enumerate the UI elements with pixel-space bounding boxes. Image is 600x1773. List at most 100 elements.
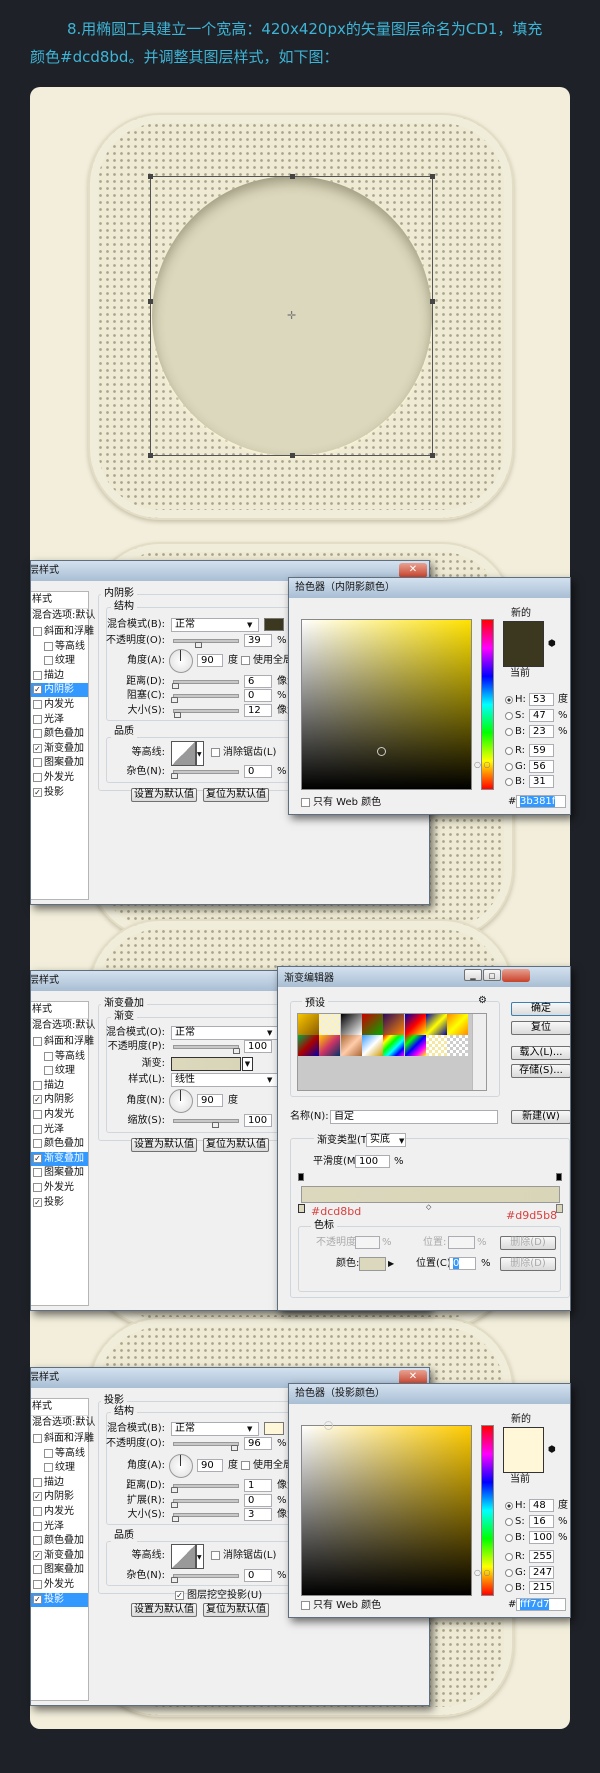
color-field[interactable] <box>301 1425 472 1596</box>
edge-handle[interactable] <box>290 174 295 179</box>
hex-input[interactable]: fff7d7 <box>516 1598 566 1611</box>
close-button[interactable]: ✕ <box>399 563 427 578</box>
stop-color-swatch[interactable] <box>359 1257 386 1271</box>
slider-track[interactable] <box>173 709 239 713</box>
style-checkbox[interactable] <box>33 627 42 636</box>
gradient-preset[interactable] <box>319 1035 341 1057</box>
style-checkbox[interactable]: ✓ <box>33 1594 42 1604</box>
channel-input[interactable]: 100 <box>529 1531 554 1544</box>
save-button[interactable]: 存储(S)... <box>511 1064 570 1078</box>
chevron-down-icon[interactable]: ▼ <box>196 741 204 766</box>
channel-input[interactable]: 247 <box>529 1566 554 1579</box>
style-checkbox[interactable]: ✓ <box>33 685 42 695</box>
contour-preview[interactable] <box>171 741 196 766</box>
color-field[interactable] <box>301 619 472 790</box>
style-item-8[interactable]: 颜色叠加 <box>31 727 88 741</box>
slider-track[interactable] <box>173 1119 239 1123</box>
load-button[interactable]: 载入(L)... <box>511 1046 570 1060</box>
value-input[interactable]: 0 <box>244 689 272 702</box>
gradient-preset[interactable] <box>425 1014 447 1035</box>
value-input[interactable]: 3 <box>244 1508 272 1521</box>
slider-track[interactable] <box>173 770 239 774</box>
edge-handle[interactable] <box>148 299 153 304</box>
slider-thumb[interactable] <box>171 1577 178 1583</box>
name-input[interactable]: 自定 <box>330 1110 498 1124</box>
style-item-9[interactable]: ✓ 渐变叠加 <box>31 1151 88 1166</box>
corner-handle[interactable] <box>148 453 153 458</box>
channel-radio[interactable] <box>505 1569 513 1577</box>
slider-thumb[interactable] <box>230 1445 238 1451</box>
style-checkbox[interactable] <box>33 1168 42 1178</box>
channel-input[interactable]: 23 <box>529 725 554 738</box>
style-checkbox[interactable] <box>33 1521 42 1531</box>
close-button[interactable] <box>502 969 530 982</box>
slider-track[interactable] <box>173 1513 239 1517</box>
style-checkbox[interactable] <box>33 1080 42 1090</box>
style-checkbox[interactable]: ✓ <box>33 1492 42 1502</box>
channel-radio[interactable] <box>505 778 513 786</box>
gradient-preset[interactable] <box>447 1014 469 1035</box>
color-stop-left[interactable] <box>298 1204 305 1213</box>
gradient-preset[interactable] <box>340 1035 362 1057</box>
style-checkbox[interactable] <box>33 1139 42 1149</box>
style-checkbox[interactable]: ✓ <box>33 1550 42 1560</box>
option-checkbox[interactable] <box>241 656 250 665</box>
channel-radio[interactable] <box>505 1502 513 1510</box>
channel-input[interactable]: 16 <box>529 1515 554 1528</box>
channel-input[interactable]: 255 <box>529 1550 554 1563</box>
style-item-11[interactable]: 外发光 <box>31 1181 88 1195</box>
slider-thumb[interactable] <box>171 697 178 703</box>
value-input[interactable]: 0 <box>244 1494 272 1507</box>
antialias-checkbox[interactable] <box>211 1551 220 1560</box>
corner-handle[interactable] <box>148 174 153 179</box>
value-input[interactable]: 100 <box>244 1040 272 1053</box>
hue-slider-handle[interactable]: ○ ○ <box>474 1567 491 1579</box>
gradient-preset[interactable] <box>298 1035 319 1057</box>
gradient-preset[interactable] <box>340 1014 362 1035</box>
slider-track[interactable] <box>173 680 239 684</box>
noise-input[interactable]: 0 <box>244 765 272 778</box>
slider-thumb[interactable] <box>171 1502 178 1508</box>
channel-input[interactable]: 47 <box>529 709 554 722</box>
style-checkbox[interactable] <box>33 1565 42 1575</box>
color-swatch[interactable] <box>264 618 284 631</box>
style-checkbox[interactable]: ✓ <box>33 743 42 753</box>
color-swatch[interactable] <box>264 1422 284 1435</box>
slider-thumb[interactable] <box>173 712 181 718</box>
style-checkbox[interactable] <box>33 729 42 739</box>
style-checkbox[interactable] <box>33 758 42 768</box>
style-item-12[interactable]: ✓ 投影 <box>31 1592 88 1607</box>
gradient-preset[interactable] <box>404 1035 426 1057</box>
channel-input[interactable]: 53 <box>529 693 554 706</box>
opacity-stop-right[interactable] <box>556 1173 562 1181</box>
knockout-checkbox[interactable]: ✓ <box>175 1591 184 1600</box>
web-only-checkbox[interactable] <box>301 798 310 807</box>
channel-input[interactable]: 31 <box>529 775 554 788</box>
path-bounding-box[interactable]: ✛ <box>148 174 435 458</box>
slider-thumb[interactable] <box>171 773 178 779</box>
option-checkbox[interactable] <box>241 1461 250 1470</box>
style-checkbox[interactable] <box>33 1124 42 1134</box>
style-checkbox[interactable] <box>33 670 42 680</box>
smoothness-input[interactable]: 100 <box>355 1155 390 1168</box>
angle-dial[interactable] <box>169 649 193 673</box>
contour-preview[interactable] <box>171 1544 196 1569</box>
angle-dial[interactable] <box>169 1454 193 1478</box>
gradient-preset[interactable] <box>361 1014 383 1035</box>
slider-track[interactable] <box>173 1484 239 1488</box>
angle-input[interactable]: 90 <box>197 1094 223 1107</box>
channel-radio[interactable] <box>505 763 513 771</box>
style-checkbox[interactable]: ✓ <box>33 1197 42 1207</box>
gradient-preset[interactable] <box>383 1035 405 1057</box>
channel-radio[interactable] <box>505 696 513 704</box>
value-input[interactable]: 6 <box>244 675 272 688</box>
stop-position-input[interactable]: 0 <box>449 1257 476 1270</box>
play-arrow-icon[interactable]: ▶ <box>388 1258 394 1270</box>
style-item-10[interactable]: 图案叠加 <box>31 1166 88 1180</box>
mode-select[interactable]: 线性 <box>171 1073 279 1087</box>
mode-select[interactable]: 正常 <box>171 618 259 632</box>
slider-thumb[interactable] <box>233 1048 240 1054</box>
channel-radio[interactable] <box>505 747 513 755</box>
maximize-button[interactable]: □ <box>483 969 501 981</box>
web-only-checkbox[interactable] <box>301 1601 310 1610</box>
